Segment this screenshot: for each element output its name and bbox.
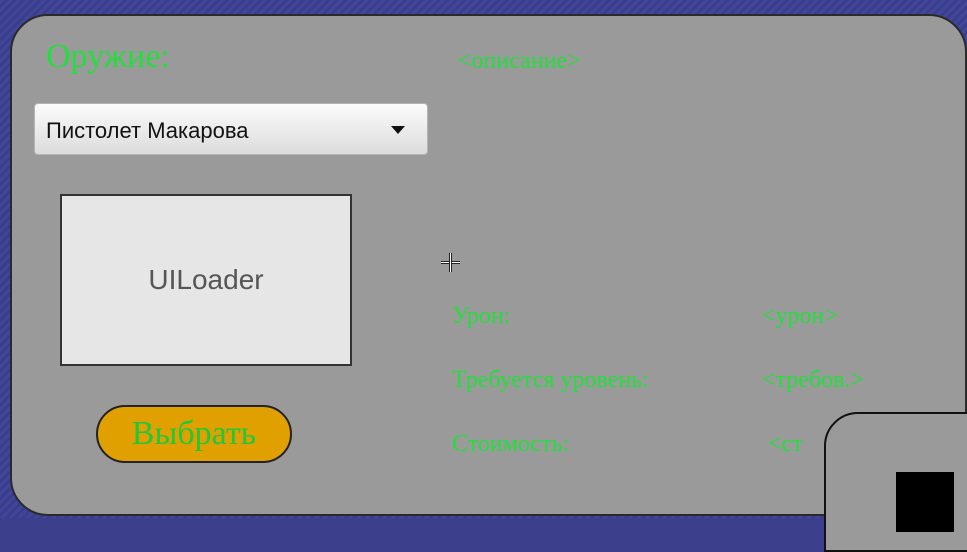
- black-square: [896, 472, 954, 532]
- level-requirement-value: <требов.>: [762, 367, 865, 393]
- ui-loader-label: UILoader: [148, 264, 264, 295]
- overlapping-window: [824, 412, 967, 552]
- weapon-select[interactable]: Пистолет Макарова: [34, 103, 428, 155]
- damage-value: <урон>: [762, 303, 838, 329]
- damage-label: Урон:: [452, 303, 511, 329]
- cost-value: <ст: [768, 431, 803, 457]
- crosshair-cursor-icon: [441, 253, 460, 272]
- weapon-label: Оружие:: [46, 38, 170, 75]
- chevron-down-icon[interactable]: [391, 126, 405, 134]
- level-requirement-label: Требуется уровень:: [452, 367, 649, 393]
- weapon-select-value: Пистолет Макарова: [46, 118, 249, 143]
- select-button-label: Выбрать: [131, 415, 257, 452]
- cost-label: Стоимость:: [452, 431, 570, 457]
- ui-loader-image: UILoader: [60, 194, 352, 366]
- select-button[interactable]: Выбрать: [96, 405, 292, 463]
- description-placeholder: <описание>: [458, 48, 581, 74]
